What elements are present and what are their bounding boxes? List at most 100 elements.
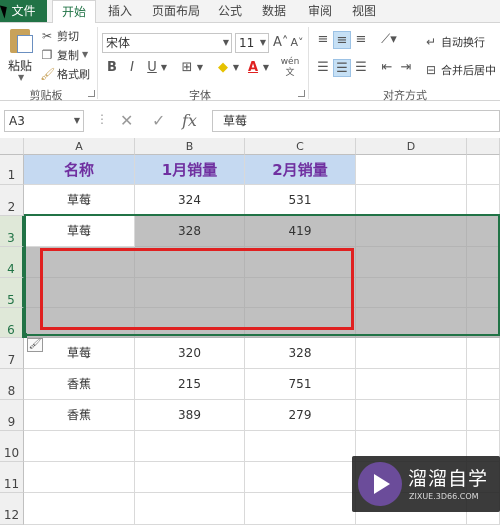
cell-c7[interactable]: 328	[245, 338, 356, 369]
cell-a6[interactable]	[24, 308, 135, 338]
bold-button[interactable]: B	[104, 59, 120, 77]
cell-e9[interactable]	[467, 400, 500, 431]
row-header-7[interactable]: 7	[0, 338, 24, 369]
select-all-corner[interactable]	[0, 138, 24, 155]
phonetic-guide-icon[interactable]: wén 文	[278, 57, 302, 78]
cell-c10[interactable]	[245, 431, 356, 462]
cell-a8[interactable]: 香蕉	[24, 369, 135, 400]
italic-button[interactable]: I	[124, 59, 140, 77]
wrap-text-button[interactable]: ↵ 自动换行	[424, 33, 485, 50]
chevron-down-icon[interactable]: ▼	[262, 59, 270, 77]
cell-b8[interactable]: 215	[135, 369, 245, 400]
cell-d4[interactable]	[356, 247, 467, 278]
cell-c3[interactable]: 419	[245, 216, 356, 247]
row-header-2[interactable]: 2	[0, 185, 24, 216]
clipboard-launcher-icon[interactable]	[88, 90, 95, 97]
tab-data[interactable]: 数据	[252, 0, 296, 22]
cell-e5[interactable]	[467, 278, 500, 308]
cell-d1[interactable]	[356, 155, 467, 185]
paste-button[interactable]: 粘贴 ▼	[4, 27, 36, 83]
cell-d5[interactable]	[356, 278, 467, 308]
cell-a11[interactable]	[24, 462, 135, 493]
cell-b5[interactable]	[135, 278, 245, 308]
cell-e2[interactable]	[467, 185, 500, 216]
column-header-b[interactable]: B	[135, 138, 245, 155]
decrease-indent-icon[interactable]: ⇤	[378, 59, 396, 77]
fill-color-icon[interactable]: ◆	[214, 59, 232, 77]
font-launcher-icon[interactable]	[298, 90, 305, 97]
align-center-icon[interactable]: ☰	[333, 59, 351, 77]
tab-insert[interactable]: 插入	[100, 0, 140, 22]
cell-b2[interactable]: 324	[135, 185, 245, 216]
row-header-10[interactable]: 10	[0, 431, 24, 462]
cell-d8[interactable]	[356, 369, 467, 400]
cell-a12[interactable]	[24, 493, 135, 525]
insert-function-icon[interactable]: fx	[182, 110, 197, 132]
chevron-down-icon[interactable]: ▼	[18, 73, 24, 82]
cell-c11[interactable]	[245, 462, 356, 493]
row-header-12[interactable]: 12	[0, 493, 24, 525]
cell-e1[interactable]	[467, 155, 500, 185]
tab-page-layout[interactable]: 页面布局	[144, 0, 208, 22]
cell-c9[interactable]: 279	[245, 400, 356, 431]
align-middle-icon[interactable]: ≡	[333, 31, 351, 49]
tab-view[interactable]: 视图	[344, 0, 384, 22]
cell-e8[interactable]	[467, 369, 500, 400]
row-header-3[interactable]: 3	[0, 216, 24, 247]
column-header-c[interactable]: C	[245, 138, 356, 155]
cell-b7[interactable]: 320	[135, 338, 245, 369]
row-header-8[interactable]: 8	[0, 369, 24, 400]
cell-a2[interactable]: 草莓	[24, 185, 135, 216]
align-right-icon[interactable]: ☰	[352, 59, 370, 77]
cell-b1[interactable]: 1月销量	[135, 155, 245, 185]
font-name-select[interactable]: 宋体 ▼	[102, 33, 232, 53]
cell-b12[interactable]	[135, 493, 245, 525]
cell-d6[interactable]	[356, 308, 467, 338]
tab-formulas[interactable]: 公式	[210, 0, 250, 22]
grow-font-icon[interactable]: A˄	[273, 34, 288, 52]
row-header-9[interactable]: 9	[0, 400, 24, 431]
align-left-icon[interactable]: ☰	[314, 59, 332, 77]
underline-button[interactable]: U	[144, 59, 160, 77]
enter-icon[interactable]: ✓	[152, 110, 165, 132]
cell-b6[interactable]	[135, 308, 245, 338]
copy-button[interactable]: ❐ 复制 ▼	[40, 46, 89, 63]
borders-icon[interactable]: ⊞	[178, 59, 196, 77]
cell-c1[interactable]: 2月销量	[245, 155, 356, 185]
chevron-down-icon[interactable]: ▼	[196, 59, 204, 77]
row-header-5[interactable]: 5	[0, 278, 24, 308]
cell-d9[interactable]	[356, 400, 467, 431]
font-size-select[interactable]: 11 ▼	[235, 33, 269, 53]
font-color-icon[interactable]: A	[244, 59, 262, 77]
cell-b10[interactable]	[135, 431, 245, 462]
cell-d3[interactable]	[356, 216, 467, 247]
cell-a9[interactable]: 香蕉	[24, 400, 135, 431]
cell-b9[interactable]: 389	[135, 400, 245, 431]
cell-c6[interactable]	[245, 308, 356, 338]
cell-a3-active[interactable]: 草莓	[24, 216, 135, 247]
increase-indent-icon[interactable]: ⇥	[397, 59, 415, 77]
row-header-4[interactable]: 4	[0, 247, 24, 278]
row-header-1[interactable]: 1	[0, 155, 24, 185]
cell-a5[interactable]	[24, 278, 135, 308]
cell-a1[interactable]: 名称	[24, 155, 135, 185]
insert-options-icon[interactable]: 🖌	[27, 338, 43, 352]
cell-d2[interactable]	[356, 185, 467, 216]
align-bottom-icon[interactable]: ≡	[352, 31, 370, 49]
column-header-e[interactable]	[467, 138, 500, 155]
cell-e6[interactable]	[467, 308, 500, 338]
name-box[interactable]: A3 ▼	[4, 110, 84, 132]
cell-e7[interactable]	[467, 338, 500, 369]
column-header-d[interactable]: D	[356, 138, 467, 155]
cell-c8[interactable]: 751	[245, 369, 356, 400]
merge-center-button[interactable]: ⊟ 合并后居中	[424, 61, 496, 78]
chevron-down-icon[interactable]: ▼	[82, 50, 88, 59]
cell-a4[interactable]	[24, 247, 135, 278]
cell-c2[interactable]: 531	[245, 185, 356, 216]
cell-c12[interactable]	[245, 493, 356, 525]
cell-c4[interactable]	[245, 247, 356, 278]
cell-b11[interactable]	[135, 462, 245, 493]
cut-button[interactable]: ✂ 剪切	[40, 27, 79, 44]
cell-e3[interactable]	[467, 216, 500, 247]
align-top-icon[interactable]: ≡	[314, 31, 332, 49]
